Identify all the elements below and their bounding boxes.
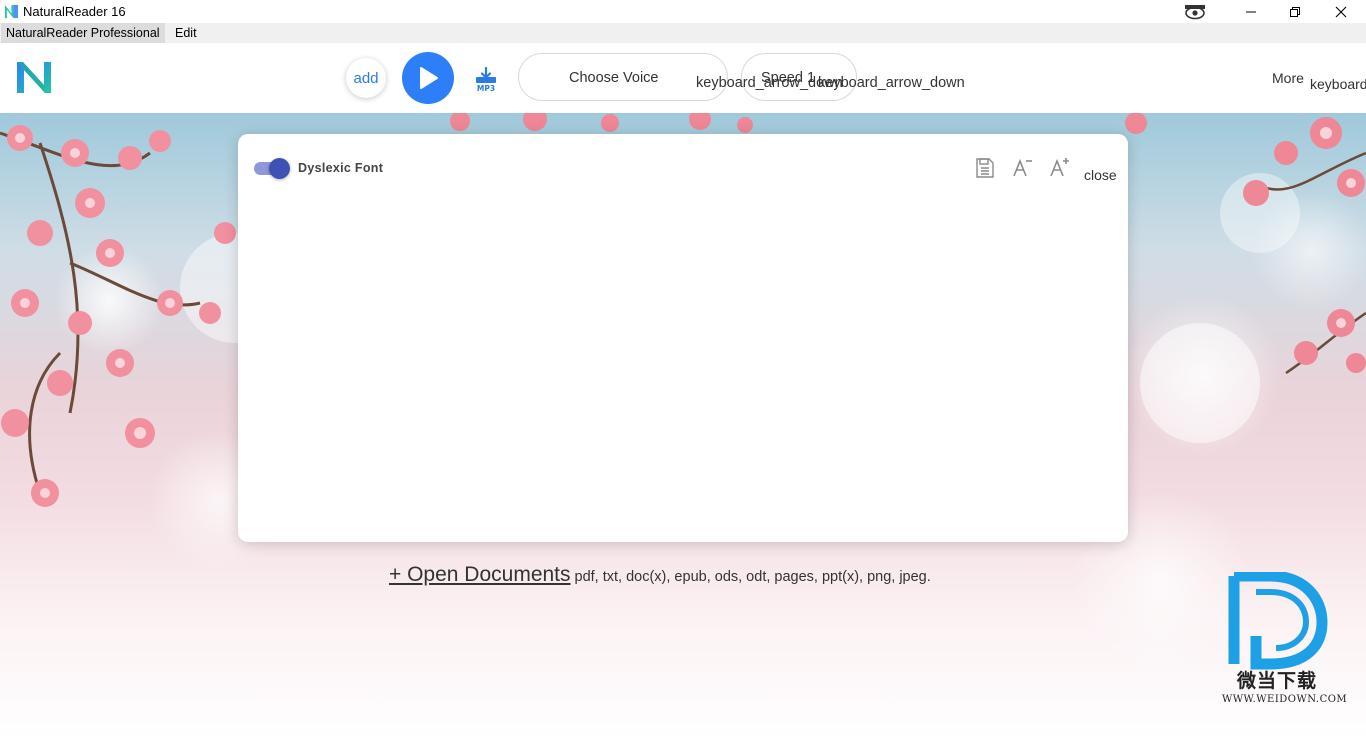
choose-voice-label: Choose Voice: [569, 70, 659, 86]
font-size-decrease-icon[interactable]: [1011, 156, 1035, 180]
naturalreader-logo: [17, 62, 51, 93]
minimize-button[interactable]: [1228, 0, 1274, 23]
restore-icon: [1290, 6, 1300, 17]
mp3-label: MP3: [477, 84, 495, 92]
play-icon: [420, 67, 438, 89]
play-button[interactable]: [402, 52, 454, 104]
dyslexic-font-toggle[interactable]: [254, 158, 290, 179]
text-editor-card[interactable]: Dyslexic Font close: [238, 134, 1128, 542]
toolbar: add MP3 Choose Voice Speed 1 keyboard_ar…: [0, 43, 1366, 113]
watermark-chinese: 微当下载: [1237, 671, 1318, 692]
open-documents-link[interactable]: + Open Documents: [389, 563, 571, 586]
mp3-download-button[interactable]: MP3: [473, 66, 499, 93]
naturalreader-icon: [4, 4, 19, 19]
cherry-blossom-branch-left: [0, 125, 236, 507]
eye-icon[interactable]: [1172, 0, 1218, 23]
menu-edit[interactable]: Edit: [170, 23, 202, 43]
supported-formats: pdf, txt, doc(x), epub, ods, odt, pages,…: [574, 569, 931, 585]
more-keyboard-icon[interactable]: keyboard: [1310, 76, 1366, 92]
restore-button[interactable]: [1272, 0, 1318, 23]
speed-chevron-down-icon[interactable]: keyboard_arrow_down: [818, 75, 965, 91]
watermark-url: WWW.WEIDOWN.COM: [1222, 694, 1348, 705]
dyslexic-font-label: Dyslexic Font: [298, 161, 384, 175]
cherry-blossom-branch-right: [1125, 113, 1366, 375]
add-label: add: [353, 69, 379, 87]
menu-naturalreader-professional[interactable]: NaturalReader Professional: [1, 23, 165, 43]
menu-bar: NaturalReader Professional Edit: [0, 23, 1366, 43]
minimize-icon: [1246, 11, 1256, 12]
font-size-increase-icon[interactable]: [1048, 156, 1072, 180]
close-icon: [1335, 6, 1347, 17]
title-bar: NaturalReader 16: [0, 0, 1366, 23]
more-button[interactable]: More: [1272, 70, 1304, 86]
document-save-icon[interactable]: [973, 156, 997, 180]
close-button[interactable]: [1318, 0, 1364, 23]
window-title: NaturalReader 16: [23, 4, 126, 19]
editor-close-button[interactable]: close: [1084, 167, 1117, 183]
open-documents-row: + Open Documents pdf, txt, doc(x), epub, …: [389, 563, 931, 587]
mp3-download-icon: MP3: [476, 66, 496, 93]
add-button[interactable]: add: [346, 58, 386, 98]
